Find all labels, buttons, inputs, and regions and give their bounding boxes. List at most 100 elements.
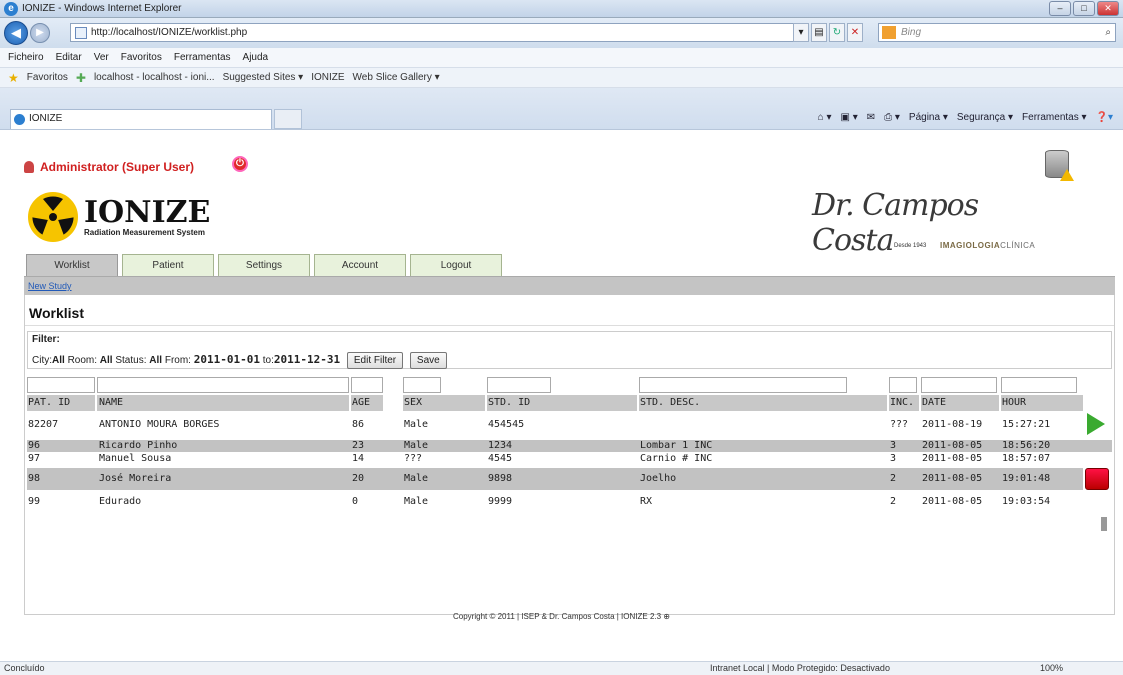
filter-room: All	[99, 355, 113, 367]
table-row[interactable]: 99 Edurado 0 Male 9999 RX 2 2011-08-05 1…	[27, 494, 1083, 510]
ionize-logo: IONIZE Radiation Measurement System	[28, 192, 210, 242]
clinic-logo: Dr. Campos Costa Desde 1943 IMAGIOLOGIAC…	[812, 188, 1062, 258]
col-header-stddesc[interactable]: STD. DESC.	[639, 395, 887, 411]
col-header-patid[interactable]: PAT. ID	[27, 395, 95, 411]
fav-item-localhost[interactable]: localhost - localhost - ioni...	[94, 72, 215, 83]
filter-input-hour[interactable]	[1001, 377, 1077, 393]
refresh-icon[interactable]: ↻	[829, 23, 845, 42]
dropdown-arrow-icon[interactable]: ▾	[793, 23, 809, 42]
status-bar: Concluído Intranet Local | Modo Protegid…	[0, 661, 1123, 675]
ie-icon: e	[4, 2, 18, 16]
tab-logout[interactable]: Logout	[410, 254, 502, 276]
window-title: IONIZE - Windows Internet Explorer	[22, 3, 182, 14]
minimize-button[interactable]: –	[1049, 1, 1071, 16]
menu-favorites[interactable]: Favoritos	[121, 52, 162, 63]
home-icon[interactable]: ⌂ ▾	[818, 112, 832, 123]
table-row[interactable]: 98 José Moreira 20 Male 9898 Joelho 2 20…	[27, 468, 1083, 490]
col-header-stdid[interactable]: STD. ID	[487, 395, 637, 411]
col-header-date[interactable]: DATE	[921, 395, 999, 411]
command-bar: ⌂ ▾ ▣ ▾ ✉ ⎙ ▾ Página ▾ Segurança ▾ Ferra…	[818, 112, 1113, 123]
maximize-button[interactable]: □	[1073, 1, 1095, 16]
filter-input-date[interactable]	[921, 377, 997, 393]
menu-edit[interactable]: Editar	[56, 52, 82, 63]
filter-label: Filter:	[32, 334, 60, 345]
table-row[interactable]: 82207 ANTONIO MOURA BORGES 86 Male 45454…	[27, 417, 1083, 433]
add-favorite-icon[interactable]: ✚	[76, 71, 86, 85]
filter-input-sex[interactable]	[403, 377, 441, 393]
filter-input-inc[interactable]	[889, 377, 917, 393]
mail-icon[interactable]: ✉	[867, 112, 875, 123]
filter-input-age[interactable]	[351, 377, 383, 393]
menu-file[interactable]: Ficheiro	[8, 52, 44, 63]
print-icon[interactable]: ⎙ ▾	[884, 112, 900, 123]
search-icon[interactable]: ⌕	[1105, 24, 1111, 41]
page-content: Administrator (Super User) ⏻ IONIZE Radi…	[0, 130, 1123, 660]
title-bar: e IONIZE - Windows Internet Explorer – □…	[0, 0, 1123, 18]
col-header-inc[interactable]: INC.	[889, 395, 919, 411]
url-input[interactable]: http://localhost/IONIZE/worklist.php	[70, 23, 795, 42]
fav-item-suggested[interactable]: Suggested Sites ▾	[223, 72, 304, 83]
clinic-name: IMAGIOLOGIACLÍNICA	[940, 241, 1036, 250]
compatibility-icon[interactable]: ▤	[811, 23, 827, 42]
feeds-icon[interactable]: ▣ ▾	[840, 112, 857, 123]
tab-account[interactable]: Account	[314, 254, 406, 276]
menu-help[interactable]: Ajuda	[243, 52, 269, 63]
radiation-icon	[28, 192, 78, 242]
star-icon: ★	[8, 70, 19, 85]
help-icon[interactable]: ❓▾	[1096, 112, 1113, 123]
fav-item-webslice[interactable]: Web Slice Gallery ▾	[353, 72, 440, 83]
tools-menu[interactable]: Ferramentas ▾	[1022, 112, 1086, 123]
tab-settings[interactable]: Settings	[218, 254, 310, 276]
clinic-since: Desde 1943	[894, 243, 927, 249]
stop-button-icon[interactable]	[1085, 468, 1109, 490]
menu-bar: Ficheiro Editar Ver Favoritos Ferramenta…	[0, 48, 1123, 68]
browser-tab[interactable]: IONIZE	[10, 109, 272, 129]
logo-name: IONIZE	[84, 194, 211, 230]
tab-row: IONIZE ⌂ ▾ ▣ ▾ ✉ ⎙ ▾ Página ▾ Segurança …	[0, 88, 1123, 130]
new-study-link[interactable]: New Study	[28, 281, 72, 291]
favorites-button[interactable]: Favoritos	[27, 72, 68, 83]
power-icon[interactable]: ⏻	[232, 156, 248, 172]
user-icon	[24, 161, 34, 173]
col-header-name[interactable]: NAME	[97, 395, 349, 411]
edit-filter-button[interactable]: Edit Filter	[346, 352, 404, 369]
save-button[interactable]: Save	[409, 352, 447, 369]
col-header-sex[interactable]: SEX	[403, 395, 485, 411]
page-menu[interactable]: Página ▾	[909, 112, 948, 123]
safety-menu[interactable]: Segurança ▾	[957, 112, 1013, 123]
table-row[interactable]: 96 Ricardo Pinho 23 Male 1234 Lombar 1 I…	[27, 440, 1083, 452]
filter-from: 2011-01-01	[193, 353, 260, 367]
page-title: Worklist	[29, 305, 84, 321]
col-header-age[interactable]: AGE	[351, 395, 383, 411]
close-button[interactable]: ✕	[1097, 1, 1119, 16]
back-button[interactable]: ◀	[4, 21, 28, 45]
tab-patient[interactable]: Patient	[122, 254, 214, 276]
filter-input-stdid[interactable]	[487, 377, 551, 393]
footer: Copyright © 2011 | ISEP & Dr. Campos Cos…	[453, 612, 670, 621]
scrollbar-thumb[interactable]	[1101, 517, 1107, 531]
new-tab-button[interactable]	[274, 109, 302, 129]
filter-input-stddesc[interactable]	[639, 377, 847, 393]
play-icon[interactable]	[1087, 413, 1105, 435]
forward-button[interactable]: ▶	[30, 23, 50, 43]
zone-text[interactable]: Intranet Local | Modo Protegido: Desacti…	[710, 663, 890, 673]
zoom-level[interactable]: 100%	[1040, 663, 1063, 673]
ie-tab-icon	[14, 114, 25, 125]
tab-worklist[interactable]: Worklist	[26, 254, 118, 276]
database-warning-icon[interactable]	[1045, 150, 1074, 181]
bing-icon	[882, 26, 896, 39]
page-icon	[75, 27, 87, 39]
table-row[interactable]: 97 Manuel Sousa 14 ??? 4545 Carnio # INC…	[27, 453, 1083, 465]
filter-city: All	[52, 355, 65, 367]
fav-item-ionize[interactable]: IONIZE	[311, 72, 344, 83]
filter-input-patid[interactable]	[27, 377, 95, 393]
col-header-hour[interactable]: HOUR	[1001, 395, 1083, 411]
menu-view[interactable]: Ver	[94, 52, 109, 63]
search-input[interactable]: Bing ⌕	[878, 23, 1116, 42]
menu-tools[interactable]: Ferramentas	[174, 52, 231, 63]
logo-subtitle: Radiation Measurement System	[84, 227, 205, 237]
stop-icon[interactable]: ✕	[847, 23, 863, 42]
row-action-cell	[1083, 440, 1112, 452]
app-tabs: Worklist Patient Settings Account Logout	[26, 254, 502, 276]
filter-input-name[interactable]	[97, 377, 349, 393]
